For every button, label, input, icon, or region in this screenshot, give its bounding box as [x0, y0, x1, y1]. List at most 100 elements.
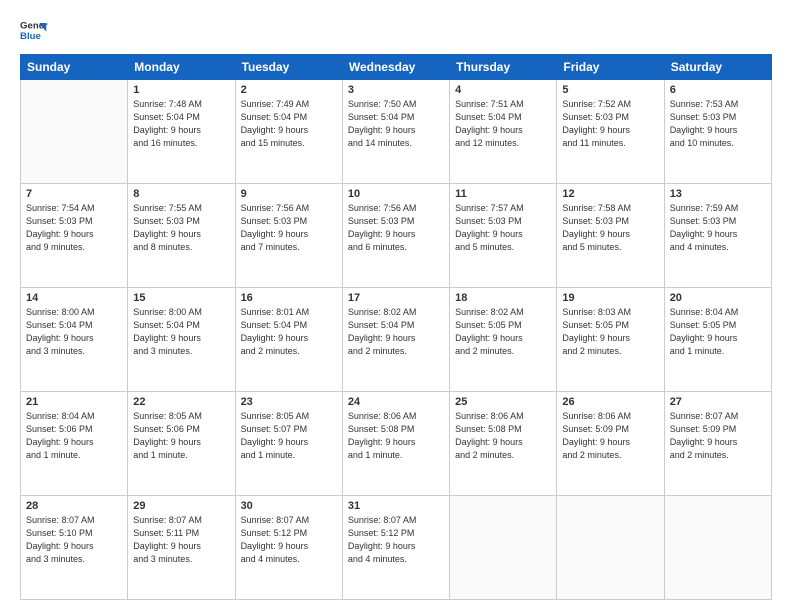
- day-info: Sunrise: 8:07 AM Sunset: 5:09 PM Dayligh…: [670, 410, 766, 462]
- day-info: Sunrise: 7:53 AM Sunset: 5:03 PM Dayligh…: [670, 98, 766, 150]
- calendar-cell: 24Sunrise: 8:06 AM Sunset: 5:08 PM Dayli…: [342, 392, 449, 496]
- day-info: Sunrise: 7:49 AM Sunset: 5:04 PM Dayligh…: [241, 98, 337, 150]
- day-number: 3: [348, 84, 444, 96]
- day-number: 6: [670, 84, 766, 96]
- calendar-cell: 29Sunrise: 8:07 AM Sunset: 5:11 PM Dayli…: [128, 496, 235, 600]
- day-number: 9: [241, 188, 337, 200]
- day-number: 22: [133, 396, 229, 408]
- calendar-week-3: 14Sunrise: 8:00 AM Sunset: 5:04 PM Dayli…: [21, 288, 772, 392]
- day-number: 11: [455, 188, 551, 200]
- day-info: Sunrise: 7:51 AM Sunset: 5:04 PM Dayligh…: [455, 98, 551, 150]
- calendar-cell: 21Sunrise: 8:04 AM Sunset: 5:06 PM Dayli…: [21, 392, 128, 496]
- calendar-cell: 11 Sunrise: 7:57 AM Sunset: 5:03 PM Dayli…: [450, 184, 557, 288]
- calendar-week-5: 28Sunrise: 8:07 AM Sunset: 5:10 PM Dayli…: [21, 496, 772, 600]
- calendar-cell: 19Sunrise: 8:03 AM Sunset: 5:05 PM Dayli…: [557, 288, 664, 392]
- day-number: 25: [455, 396, 551, 408]
- day-number: 28: [26, 500, 122, 512]
- day-number: 23: [241, 396, 337, 408]
- day-info: Sunrise: 8:02 AM Sunset: 5:04 PM Dayligh…: [348, 306, 444, 358]
- day-info: Sunrise: 7:57 AM Sunset: 5:03 PM Dayligh…: [455, 202, 551, 254]
- calendar-cell: 30 Sunrise: 8:07 AM Sunset: 5:12 PM Dayli…: [235, 496, 342, 600]
- calendar-week-1: 1Sunrise: 7:48 AM Sunset: 5:04 PM Daylig…: [21, 80, 772, 184]
- calendar-cell: 16Sunrise: 8:01 AM Sunset: 5:04 PM Dayli…: [235, 288, 342, 392]
- day-info: Sunrise: 8:05 AM Sunset: 5:06 PM Dayligh…: [133, 410, 229, 462]
- calendar-cell: 28Sunrise: 8:07 AM Sunset: 5:10 PM Dayli…: [21, 496, 128, 600]
- day-info: Sunrise: 8:07 AM Sunset: 5:11 PM Dayligh…: [133, 514, 229, 566]
- day-number: 26: [562, 396, 658, 408]
- calendar-cell: 20Sunrise: 8:04 AM Sunset: 5:05 PM Dayli…: [664, 288, 771, 392]
- calendar-cell: 10 Sunrise: 7:56 AM Sunset: 5:03 PM Dayli…: [342, 184, 449, 288]
- day-header-monday: Monday: [128, 55, 235, 80]
- calendar-table: SundayMondayTuesdayWednesdayThursdayFrid…: [20, 54, 772, 600]
- day-number: 8: [133, 188, 229, 200]
- calendar-cell: 6 Sunrise: 7:53 AM Sunset: 5:03 PM Daylig…: [664, 80, 771, 184]
- calendar-cell: 7 Sunrise: 7:54 AM Sunset: 5:03 PM Daylig…: [21, 184, 128, 288]
- calendar-week-2: 7 Sunrise: 7:54 AM Sunset: 5:03 PM Daylig…: [21, 184, 772, 288]
- day-info: Sunrise: 8:07 AM Sunset: 5:12 PM Dayligh…: [241, 514, 337, 566]
- calendar-cell: 1Sunrise: 7:48 AM Sunset: 5:04 PM Daylig…: [128, 80, 235, 184]
- day-info: Sunrise: 8:05 AM Sunset: 5:07 PM Dayligh…: [241, 410, 337, 462]
- day-info: Sunrise: 8:06 AM Sunset: 5:08 PM Dayligh…: [348, 410, 444, 462]
- day-number: 2: [241, 84, 337, 96]
- day-number: 5: [562, 84, 658, 96]
- calendar-cell: [450, 496, 557, 600]
- day-info: Sunrise: 7:56 AM Sunset: 5:03 PM Dayligh…: [241, 202, 337, 254]
- calendar-week-4: 21Sunrise: 8:04 AM Sunset: 5:06 PM Dayli…: [21, 392, 772, 496]
- calendar-cell: 26 Sunrise: 8:06 AM Sunset: 5:09 PM Dayli…: [557, 392, 664, 496]
- day-number: 27: [670, 396, 766, 408]
- header: General Blue: [20, 16, 772, 44]
- day-number: 16: [241, 292, 337, 304]
- calendar-cell: 31 Sunrise: 8:07 AM Sunset: 5:12 PM Dayli…: [342, 496, 449, 600]
- calendar-cell: 4 Sunrise: 7:51 AM Sunset: 5:04 PM Daylig…: [450, 80, 557, 184]
- day-number: 17: [348, 292, 444, 304]
- calendar-cell: [557, 496, 664, 600]
- calendar-cell: 17 Sunrise: 8:02 AM Sunset: 5:04 PM Dayli…: [342, 288, 449, 392]
- day-header-sunday: Sunday: [21, 55, 128, 80]
- day-info: Sunrise: 8:06 AM Sunset: 5:09 PM Dayligh…: [562, 410, 658, 462]
- day-number: 30: [241, 500, 337, 512]
- day-header-tuesday: Tuesday: [235, 55, 342, 80]
- day-info: Sunrise: 8:07 AM Sunset: 5:12 PM Dayligh…: [348, 514, 444, 566]
- day-number: 12: [562, 188, 658, 200]
- calendar-cell: 27 Sunrise: 8:07 AM Sunset: 5:09 PM Dayli…: [664, 392, 771, 496]
- day-number: 4: [455, 84, 551, 96]
- day-header-friday: Friday: [557, 55, 664, 80]
- calendar-header-row: SundayMondayTuesdayWednesdayThursdayFrid…: [21, 55, 772, 80]
- calendar-cell: 15 Sunrise: 8:00 AM Sunset: 5:04 PM Dayli…: [128, 288, 235, 392]
- calendar-cell: 14Sunrise: 8:00 AM Sunset: 5:04 PM Dayli…: [21, 288, 128, 392]
- logo-icon: General Blue: [20, 16, 48, 44]
- day-header-saturday: Saturday: [664, 55, 771, 80]
- day-info: Sunrise: 8:00 AM Sunset: 5:04 PM Dayligh…: [133, 306, 229, 358]
- calendar-cell: 9 Sunrise: 7:56 AM Sunset: 5:03 PM Daylig…: [235, 184, 342, 288]
- day-header-thursday: Thursday: [450, 55, 557, 80]
- day-info: Sunrise: 8:00 AM Sunset: 5:04 PM Dayligh…: [26, 306, 122, 358]
- svg-text:Blue: Blue: [20, 31, 41, 42]
- day-info: Sunrise: 7:59 AM Sunset: 5:03 PM Dayligh…: [670, 202, 766, 254]
- day-number: 13: [670, 188, 766, 200]
- day-info: Sunrise: 7:58 AM Sunset: 5:03 PM Dayligh…: [562, 202, 658, 254]
- day-info: Sunrise: 8:02 AM Sunset: 5:05 PM Dayligh…: [455, 306, 551, 358]
- calendar-cell: 23 Sunrise: 8:05 AM Sunset: 5:07 PM Dayli…: [235, 392, 342, 496]
- day-info: Sunrise: 8:03 AM Sunset: 5:05 PM Dayligh…: [562, 306, 658, 358]
- calendar-cell: 22 Sunrise: 8:05 AM Sunset: 5:06 PM Dayli…: [128, 392, 235, 496]
- calendar-cell: [664, 496, 771, 600]
- day-number: 7: [26, 188, 122, 200]
- day-number: 15: [133, 292, 229, 304]
- calendar-cell: 5 Sunrise: 7:52 AM Sunset: 5:03 PM Daylig…: [557, 80, 664, 184]
- day-info: Sunrise: 7:52 AM Sunset: 5:03 PM Dayligh…: [562, 98, 658, 150]
- day-info: Sunrise: 8:06 AM Sunset: 5:08 PM Dayligh…: [455, 410, 551, 462]
- calendar-cell: 3 Sunrise: 7:50 AM Sunset: 5:04 PM Daylig…: [342, 80, 449, 184]
- calendar-cell: 2 Sunrise: 7:49 AM Sunset: 5:04 PM Daylig…: [235, 80, 342, 184]
- calendar-cell: 12 Sunrise: 7:58 AM Sunset: 5:03 PM Dayli…: [557, 184, 664, 288]
- logo: General Blue: [20, 16, 48, 44]
- calendar-cell: 8Sunrise: 7:55 AM Sunset: 5:03 PM Daylig…: [128, 184, 235, 288]
- calendar-cell: 13 Sunrise: 7:59 AM Sunset: 5:03 PM Dayli…: [664, 184, 771, 288]
- day-number: 31: [348, 500, 444, 512]
- day-number: 10: [348, 188, 444, 200]
- day-number: 18: [455, 292, 551, 304]
- day-info: Sunrise: 8:04 AM Sunset: 5:06 PM Dayligh…: [26, 410, 122, 462]
- day-info: Sunrise: 7:56 AM Sunset: 5:03 PM Dayligh…: [348, 202, 444, 254]
- day-header-wednesday: Wednesday: [342, 55, 449, 80]
- day-info: Sunrise: 7:54 AM Sunset: 5:03 PM Dayligh…: [26, 202, 122, 254]
- day-info: Sunrise: 7:50 AM Sunset: 5:04 PM Dayligh…: [348, 98, 444, 150]
